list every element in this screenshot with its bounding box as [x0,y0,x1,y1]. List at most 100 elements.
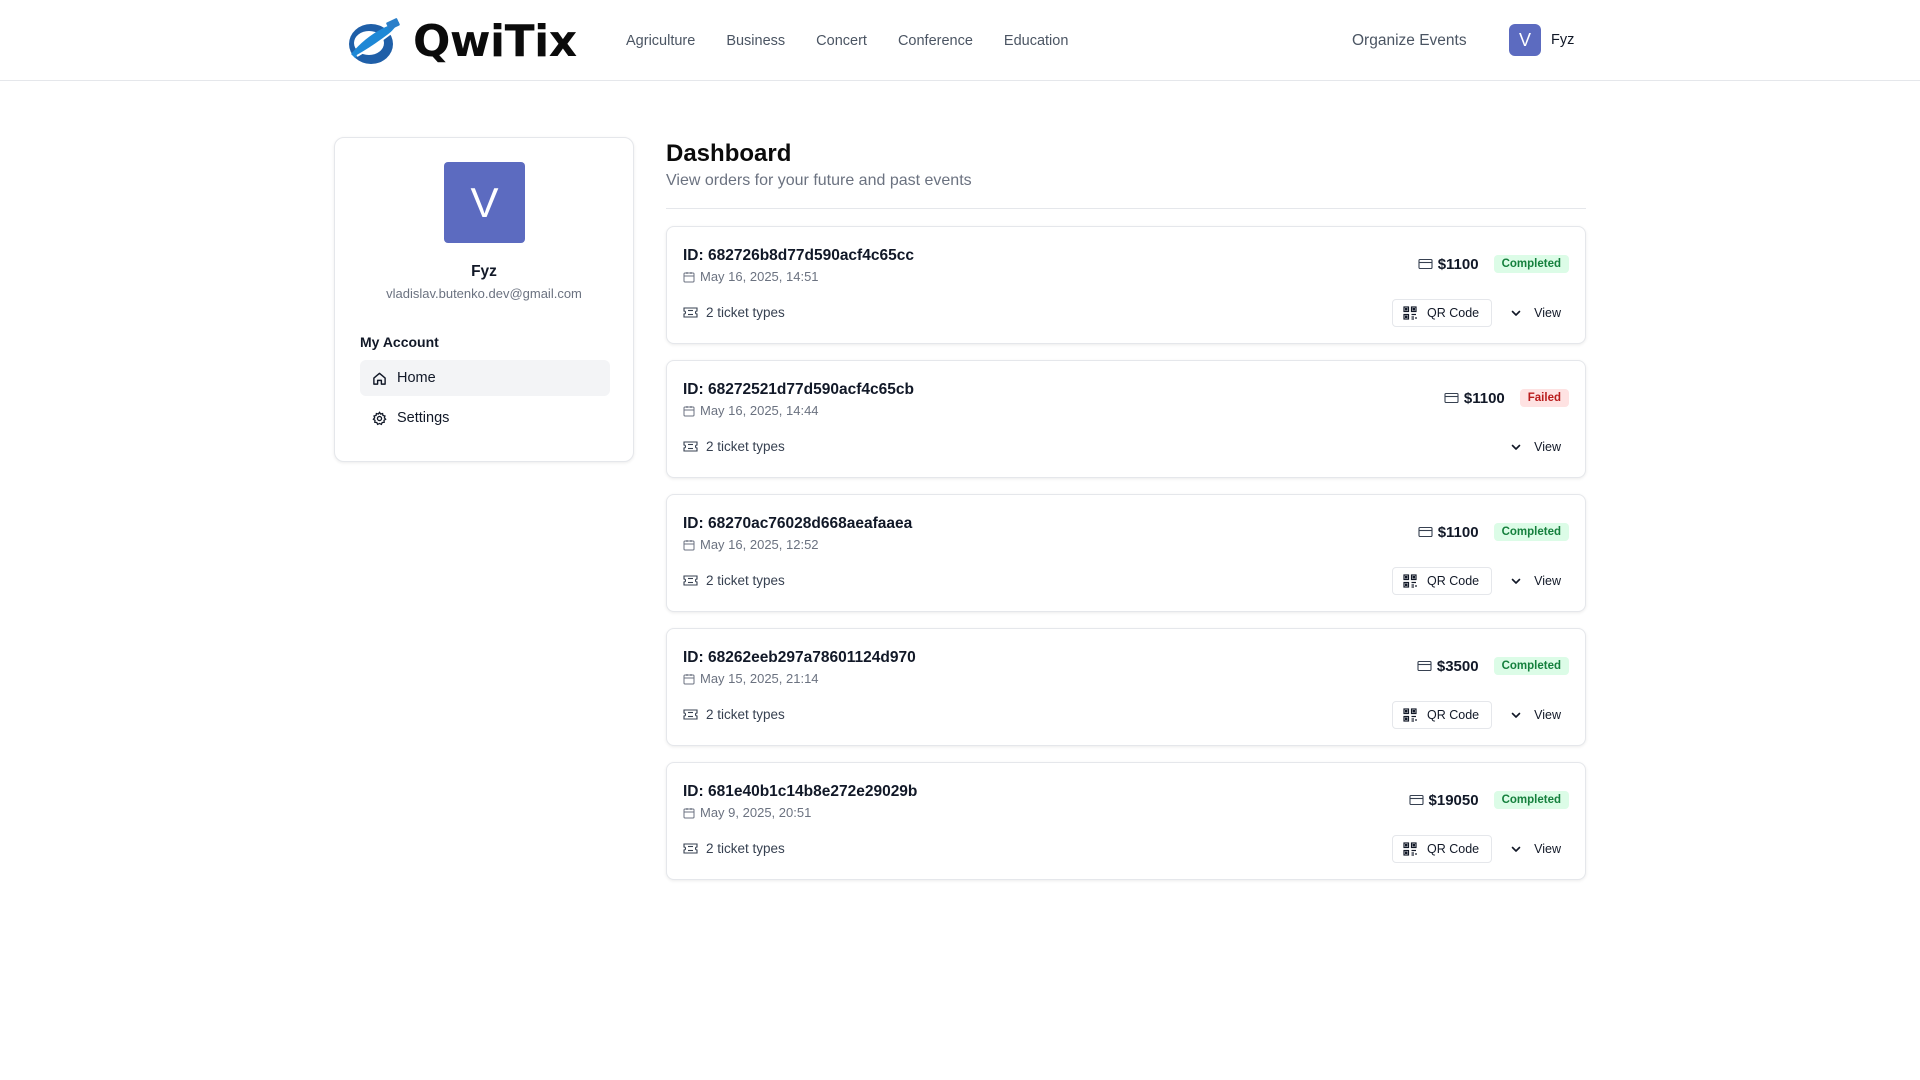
order-date-text: May 9, 2025, 20:51 [700,805,812,820]
ticket-icon [683,441,698,452]
chevron-down-icon [1511,578,1521,584]
order-id: ID: 68272521d77d590acf4c65cb [683,381,914,398]
nav-business[interactable]: Business [726,33,785,49]
view-label: View [1534,306,1561,320]
sidebar-item-label: Settings [397,410,450,426]
chevron-down-icon [1511,310,1521,316]
order-amount-text: $19050 [1428,791,1479,809]
qr-code-icon [1403,842,1417,856]
sidebar-item-label: Home [397,370,436,386]
order-date: May 16, 2025, 14:44 [683,403,819,418]
category-nav: Agriculture Business Concert Conference … [626,0,1068,81]
organize-events-link[interactable]: Organize Events [1352,0,1467,81]
order-amount-text: $1100 [1463,389,1505,407]
view-label: View [1534,574,1561,588]
order-amount: $3500 [1417,658,1479,675]
qr-code-icon [1403,574,1417,588]
avatar: V [1509,24,1541,56]
order-actions: View [1502,433,1569,461]
page-title: Dashboard [666,140,792,167]
ticket-types-text: 2 ticket types [706,573,785,588]
order-date-text: May 16, 2025, 12:52 [700,537,819,552]
qr-code-icon [1403,306,1417,320]
page-subtitle: View orders for your future and past eve… [666,172,972,189]
calendar-icon [683,539,695,550]
qr-code-button[interactable]: QR Code [1392,567,1493,595]
ticket-icon [683,709,698,720]
order-card: ID: 68272521d77d590acf4c65cb May 16, 202… [666,360,1586,478]
divider [666,208,1586,209]
qr-code-label: QR Code [1427,842,1480,856]
qr-code-label: QR Code [1427,306,1480,320]
view-order-button[interactable]: View [1502,701,1569,729]
view-label: View [1534,842,1561,856]
order-card: ID: 68270ac76028d668aeafaaea May 16, 202… [666,494,1586,612]
user-menu[interactable]: V Fyz [1509,24,1574,56]
credit-card-icon [1418,258,1433,270]
calendar-icon [683,405,695,416]
sidebar-item-settings[interactable]: Settings [360,400,610,436]
status-badge: Completed [1493,523,1569,541]
credit-card-icon [1408,794,1424,806]
order-id: ID: 68262eeb297a78601124d970 [683,649,916,666]
order-date: May 16, 2025, 12:52 [683,537,819,552]
sidebar-item-home[interactable]: Home [360,360,610,396]
profile-name: Fyz [471,263,497,280]
order-card: ID: 682726b8d77d590acf4c65cc May 16, 202… [666,226,1586,344]
view-label: View [1534,440,1561,454]
order-actions: QR Code View [1392,567,1569,595]
order-date: May 15, 2025, 21:14 [683,671,819,686]
ticket-types-text: 2 ticket types [706,305,785,320]
brand-logo[interactable]: QwiTix [345,14,577,70]
credit-card-icon [1418,526,1433,538]
ticket-types: 2 ticket types [683,573,785,588]
qr-code-button[interactable]: QR Code [1392,835,1493,863]
view-order-button[interactable]: View [1502,567,1569,595]
nav-concert[interactable]: Concert [816,33,867,49]
account-sidebar: V Fyz vladislav.butenko.dev@gmail.com My… [334,137,634,462]
nav-education[interactable]: Education [1004,33,1069,49]
view-label: View [1534,708,1561,722]
status-badge: Failed [1519,389,1569,407]
order-id: ID: 68270ac76028d668aeafaaea [683,515,913,532]
order-amount: $1100 [1444,390,1505,407]
order-summary: $1100 Completed [1418,255,1569,273]
order-date-text: May 16, 2025, 14:44 [700,403,819,418]
order-date: May 16, 2025, 14:51 [683,269,819,284]
ticket-types: 2 ticket types [683,439,785,454]
nav-conference[interactable]: Conference [898,33,973,49]
ticket-types: 2 ticket types [683,707,785,722]
order-card: ID: 68262eeb297a78601124d970 May 15, 202… [666,628,1586,746]
qr-code-button[interactable]: QR Code [1392,701,1493,729]
ticket-types: 2 ticket types [683,305,785,320]
order-summary: $3500 Completed [1417,657,1569,675]
view-order-button[interactable]: View [1502,835,1569,863]
order-date-text: May 15, 2025, 21:14 [700,671,819,686]
ticket-icon [683,307,698,318]
chevron-down-icon [1511,712,1521,718]
logo-icon [349,18,400,64]
order-summary: $1100 Completed [1418,523,1569,541]
brand-name: QwiTix [413,16,577,67]
order-actions: QR Code View [1392,299,1569,327]
calendar-icon [683,271,695,282]
order-id: ID: 682726b8d77d590acf4c65cc [683,247,914,264]
chevron-down-icon [1511,444,1521,450]
status-badge: Completed [1493,255,1569,273]
order-amount-text: $1100 [1437,523,1479,541]
order-amount: $1100 [1418,524,1479,541]
qr-code-label: QR Code [1427,708,1480,722]
home-icon [373,372,386,385]
order-card: ID: 681e40b1c14b8e272e29029b May 9, 2025… [666,762,1586,880]
credit-card-icon [1417,660,1432,672]
nav-agriculture[interactable]: Agriculture [626,33,695,49]
status-badge: Completed [1493,791,1569,809]
credit-card-icon [1444,392,1459,404]
qr-code-button[interactable]: QR Code [1392,299,1493,327]
order-actions: QR Code View [1392,701,1569,729]
view-order-button[interactable]: View [1502,433,1569,461]
user-name: Fyz [1551,32,1575,48]
order-amount: $1100 [1418,256,1479,273]
view-order-button[interactable]: View [1502,299,1569,327]
ticket-types-text: 2 ticket types [706,707,785,722]
